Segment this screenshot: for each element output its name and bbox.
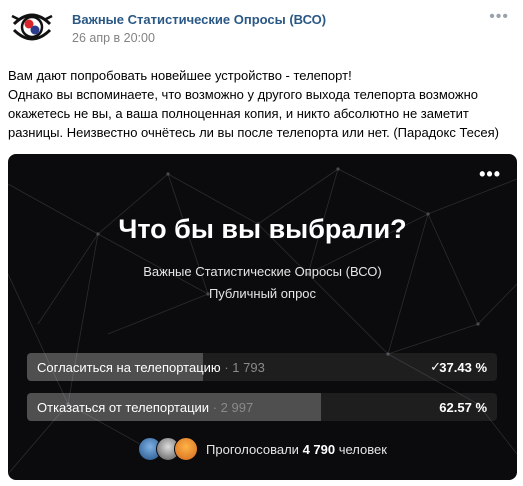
- poll-option-label: Согласиться на телепортацию: [37, 360, 221, 375]
- post-text-line: Однако вы вспоминаете, что возможно у др…: [8, 87, 499, 140]
- post: Важные Статистические Опросы (ВСО) 26 ап…: [0, 0, 523, 486]
- poll-author[interactable]: Важные Статистические Опросы (ВСО): [8, 264, 517, 279]
- avatar: [174, 437, 199, 461]
- voters-count: 4 790: [302, 441, 336, 457]
- voters-prefix: Проголосовали: [206, 441, 299, 457]
- post-header: Важные Статистические Опросы (ВСО) 26 ап…: [10, 6, 326, 46]
- logo-eye-icon[interactable]: [10, 4, 54, 48]
- post-text: Вам дают попробовать новейшее устройство…: [8, 66, 518, 142]
- poll-option-count: 2 997: [220, 400, 254, 415]
- poll-type: Публичный опрос: [208, 286, 317, 301]
- post-author-link[interactable]: Важные Статистические Опросы (ВСО): [72, 12, 326, 27]
- poll-background-network: [8, 167, 517, 475]
- post-more-icon[interactable]: •••: [489, 8, 509, 26]
- poll-title: Что бы вы выбрали?: [118, 214, 407, 244]
- poll-option-refuse[interactable]: Отказаться от телепортации · 2 997 62.57…: [27, 393, 497, 421]
- poll-card: ••• Что бы вы выбрали? Важные Статистиче…: [8, 154, 517, 480]
- post-meta: Важные Статистические Опросы (ВСО) 26 ап…: [72, 6, 326, 45]
- poll-option-percent: 37.43 %: [439, 360, 487, 375]
- poll-option-percent: 62.57 %: [439, 400, 487, 415]
- poll-voters[interactable]: Проголосовали 4 790 человек: [8, 437, 517, 461]
- poll-option-label: Отказаться от телепортации: [37, 400, 210, 415]
- voter-avatars[interactable]: [138, 437, 199, 461]
- voters-suffix: человек: [338, 441, 387, 457]
- post-date[interactable]: 26 апр в 20:00: [72, 31, 326, 45]
- poll-option-count: 1 793: [232, 360, 265, 375]
- post-text-line: Вам дают попробовать новейшее устройство…: [8, 68, 352, 83]
- poll-more-icon[interactable]: •••: [479, 164, 501, 185]
- poll-option-agree[interactable]: Согласиться на телепортацию · 1 793 ✓ 37…: [27, 353, 497, 381]
